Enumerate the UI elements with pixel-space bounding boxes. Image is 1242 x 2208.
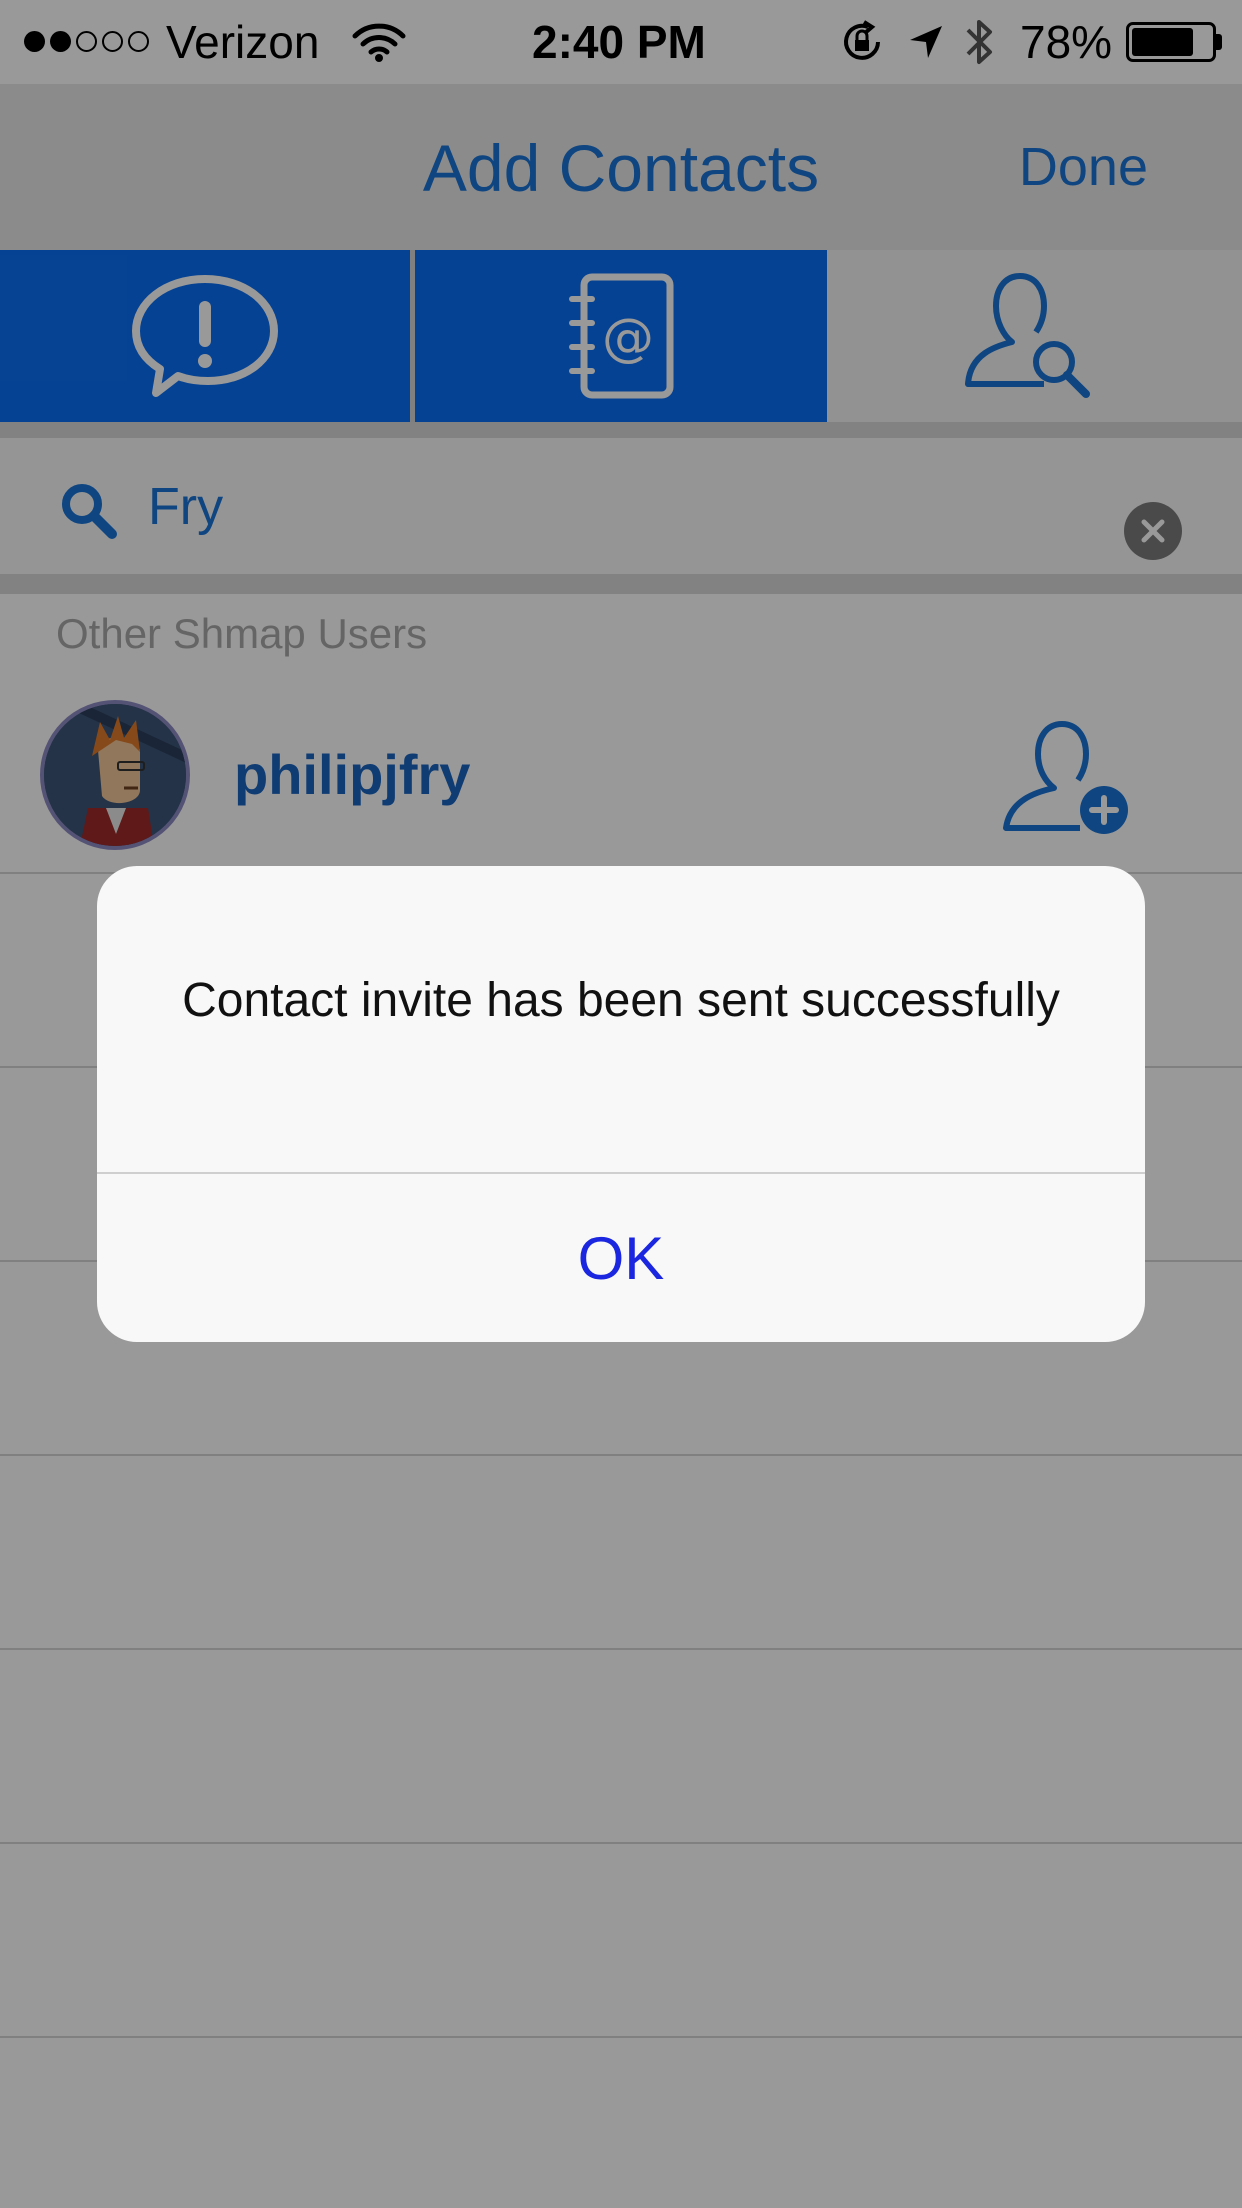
ok-button[interactable]: OK bbox=[97, 1174, 1145, 1342]
alert-dialog: Contact invite has been sent successfull… bbox=[97, 866, 1145, 1342]
alert-message: Contact invite has been sent successfull… bbox=[182, 974, 1060, 1027]
